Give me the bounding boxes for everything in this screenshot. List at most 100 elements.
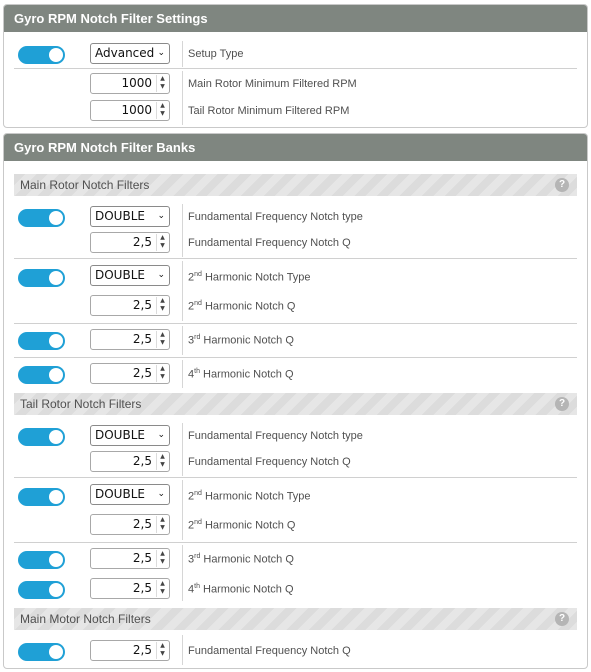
divider <box>14 542 577 543</box>
spin-up-icon[interactable]: ▲ <box>160 516 165 523</box>
chevron-down-icon: ⌄ <box>157 211 165 221</box>
tail-rotor-section-title: Tail Rotor Notch Filters <box>20 397 142 411</box>
tail-rotor-h2-toggle[interactable] <box>18 488 65 506</box>
main-rotor-h3-q-input[interactable]: 2,5 ▲ ▼ <box>90 329 170 350</box>
tail-rotor-section-header: Tail Rotor Notch Filters ? <box>14 393 577 415</box>
label-text: Harmonic Notch Type <box>201 271 311 284</box>
separator <box>182 261 183 321</box>
setup-type-label: Setup Type <box>188 48 244 60</box>
spin-up-icon[interactable]: ▲ <box>160 365 165 372</box>
tail-rotor-h3-q-input[interactable]: 2,5 ▲ ▼ <box>90 548 170 569</box>
main-rotor-h2-type-select[interactable]: DOUBLE ⌄ <box>90 265 170 286</box>
spin-up-icon[interactable]: ▲ <box>160 642 165 649</box>
spin-down-icon[interactable]: ▼ <box>160 83 165 90</box>
help-icon[interactable]: ? <box>555 397 569 411</box>
chevron-down-icon: ⌄ <box>157 430 165 440</box>
spin-down-icon[interactable]: ▼ <box>160 339 165 346</box>
tail-rotor-min-rpm-value: 1000 <box>121 103 152 117</box>
spin-down-icon[interactable]: ▼ <box>160 110 165 117</box>
main-motor-fund-toggle[interactable] <box>18 643 65 661</box>
tail-rotor-fund-type-select[interactable]: DOUBLE ⌄ <box>90 425 170 446</box>
tail-rotor-h4-q-input[interactable]: 2,5 ▲ ▼ <box>90 578 170 599</box>
main-rotor-fund-q-label: Fundamental Frequency Notch Q <box>188 237 351 249</box>
tail-rotor-fund-toggle[interactable] <box>18 428 65 446</box>
spinner-arrows-icon[interactable]: ▲ ▼ <box>156 642 168 659</box>
main-rotor-min-rpm-value: 1000 <box>121 76 152 90</box>
main-rotor-section-title: Main Rotor Notch Filters <box>20 178 150 192</box>
divider <box>14 258 577 259</box>
main-motor-fund-q-input[interactable]: 2,5 ▲ ▼ <box>90 640 170 661</box>
separator <box>182 41 183 67</box>
spinner-arrows-icon[interactable]: ▲ ▼ <box>156 234 168 251</box>
toggle-knob <box>49 334 63 348</box>
separator <box>182 71 183 125</box>
tail-rotor-h2-q-label: 2nd Harmonic Notch Q <box>188 519 295 532</box>
main-rotor-fund-type-selected: DOUBLE <box>95 209 145 223</box>
spin-up-icon[interactable]: ▲ <box>160 331 165 338</box>
spin-down-icon[interactable]: ▼ <box>160 242 165 249</box>
main-rotor-fund-q-input[interactable]: 2,5 ▲ ▼ <box>90 232 170 253</box>
label-text: Harmonic Notch Q <box>200 553 294 566</box>
tail-rotor-fund-q-label: Fundamental Frequency Notch Q <box>188 456 351 468</box>
toggle-knob <box>49 211 63 225</box>
spin-up-icon[interactable]: ▲ <box>160 75 165 82</box>
setup-type-select[interactable]: Advanced ⌄ <box>90 43 170 64</box>
tail-rotor-h2-type-select[interactable]: DOUBLE ⌄ <box>90 484 170 505</box>
spin-down-icon[interactable]: ▼ <box>160 461 165 468</box>
toggle-knob <box>49 271 63 285</box>
tail-rotor-min-rpm-input[interactable]: 1000 ▲ ▼ <box>90 100 170 121</box>
banks-panel-title: Gyro RPM Notch Filter Banks <box>4 134 587 161</box>
main-rotor-h2-toggle[interactable] <box>18 269 65 287</box>
toggle-knob <box>49 430 63 444</box>
separator <box>182 360 183 388</box>
spin-down-icon[interactable]: ▼ <box>160 588 165 595</box>
spinner-arrows-icon[interactable]: ▲ ▼ <box>156 75 168 92</box>
setup-type-toggle[interactable] <box>18 46 65 64</box>
tail-rotor-fund-q-input[interactable]: 2,5 ▲ ▼ <box>90 451 170 472</box>
spin-up-icon[interactable]: ▲ <box>160 580 165 587</box>
help-icon[interactable]: ? <box>555 178 569 192</box>
spin-up-icon[interactable]: ▲ <box>160 234 165 241</box>
spinner-arrows-icon[interactable]: ▲ ▼ <box>156 331 168 348</box>
main-rotor-fund-type-label: Fundamental Frequency Notch type <box>188 211 363 223</box>
spin-down-icon[interactable]: ▼ <box>160 524 165 531</box>
spin-down-icon[interactable]: ▼ <box>160 373 165 380</box>
spinner-arrows-icon[interactable]: ▲ ▼ <box>156 453 168 470</box>
main-rotor-min-rpm-input[interactable]: 1000 ▲ ▼ <box>90 73 170 94</box>
spinner-arrows-icon[interactable]: ▲ ▼ <box>156 365 168 382</box>
main-rotor-min-rpm-label: Main Rotor Minimum Filtered RPM <box>188 78 357 90</box>
main-rotor-section-header: Main Rotor Notch Filters ? <box>14 174 577 196</box>
spinner-arrows-icon[interactable]: ▲ ▼ <box>156 297 168 314</box>
main-rotor-fund-q-value: 2,5 <box>132 235 152 249</box>
main-rotor-h3-toggle[interactable] <box>18 332 65 350</box>
spinner-arrows-icon[interactable]: ▲ ▼ <box>156 516 168 533</box>
spin-down-icon[interactable]: ▼ <box>160 650 165 657</box>
main-rotor-h2-q-input[interactable]: 2,5 ▲ ▼ <box>90 295 170 316</box>
spin-up-icon[interactable]: ▲ <box>160 550 165 557</box>
tail-rotor-h3-toggle[interactable] <box>18 551 65 569</box>
separator <box>182 423 183 476</box>
tail-rotor-h4-toggle[interactable] <box>18 581 65 599</box>
spin-down-icon[interactable]: ▼ <box>160 558 165 565</box>
main-rotor-fund-toggle[interactable] <box>18 209 65 227</box>
main-rotor-h4-q-input[interactable]: 2,5 ▲ ▼ <box>90 363 170 384</box>
spinner-arrows-icon[interactable]: ▲ ▼ <box>156 102 168 119</box>
main-rotor-fund-type-select[interactable]: DOUBLE ⌄ <box>90 206 170 227</box>
tail-rotor-h2-q-input[interactable]: 2,5 ▲ ▼ <box>90 514 170 535</box>
separator <box>182 326 183 355</box>
tail-rotor-fund-q-value: 2,5 <box>132 454 152 468</box>
help-icon[interactable]: ? <box>555 612 569 626</box>
main-rotor-h4-q-value: 2,5 <box>132 366 152 380</box>
spin-down-icon[interactable]: ▼ <box>160 305 165 312</box>
spin-up-icon[interactable]: ▲ <box>160 102 165 109</box>
settings-panel: Gyro RPM Notch Filter Settings Advanced … <box>3 4 588 128</box>
main-rotor-h4-toggle[interactable] <box>18 366 65 384</box>
divider <box>14 323 577 324</box>
toggle-knob <box>49 490 63 504</box>
spinner-arrows-icon[interactable]: ▲ ▼ <box>156 550 168 567</box>
spin-up-icon[interactable]: ▲ <box>160 297 165 304</box>
main-motor-section-title: Main Motor Notch Filters <box>20 612 151 626</box>
spinner-arrows-icon[interactable]: ▲ ▼ <box>156 580 168 597</box>
divider <box>14 68 577 69</box>
spin-up-icon[interactable]: ▲ <box>160 453 165 460</box>
